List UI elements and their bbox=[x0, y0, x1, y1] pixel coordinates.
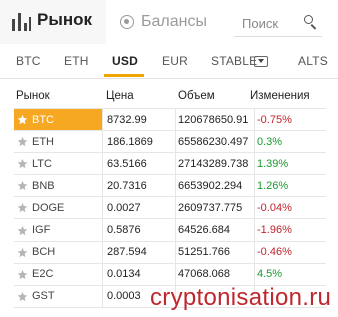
col-change[interactable]: Изменения bbox=[250, 90, 310, 102]
table-row[interactable]: ETH 186.1869 65586230.497 0.3% bbox=[14, 130, 326, 153]
volume-cell: 120678650.91 bbox=[175, 109, 254, 131]
coin-name: IGF bbox=[32, 224, 51, 237]
tab-stable[interactable]: STABLE bbox=[211, 54, 257, 68]
price-cell: 63.5166 bbox=[102, 153, 175, 175]
change-cell: -0.04% bbox=[254, 197, 326, 219]
star-icon[interactable] bbox=[17, 136, 28, 147]
col-market[interactable]: Рынок bbox=[16, 90, 50, 102]
volume-cell: 47068.068 bbox=[175, 263, 254, 285]
price-cell: 0.5876 bbox=[102, 219, 175, 241]
tab-btc[interactable]: BTC bbox=[16, 54, 41, 68]
star-icon[interactable] bbox=[17, 158, 28, 169]
watermark: cryptonisation.ru bbox=[150, 284, 332, 311]
change-cell: 1.39% bbox=[254, 153, 326, 175]
market-cell: BCH bbox=[14, 242, 102, 263]
market-cell: IGF bbox=[14, 219, 102, 240]
coin-name: ETH bbox=[32, 135, 54, 148]
col-price[interactable]: Цена bbox=[106, 90, 134, 102]
table-row[interactable]: IGF 0.5876 64526.684 -1.96% bbox=[14, 218, 326, 241]
volume-cell: 51251.766 bbox=[175, 241, 254, 263]
market-table: BTC 8732.99 120678650.91 -0.75% ETH 186.1869 6… bbox=[14, 108, 326, 308]
star-icon[interactable] bbox=[17, 114, 28, 125]
volume-cell: 6653902.294 bbox=[175, 175, 254, 197]
star-icon[interactable] bbox=[17, 291, 28, 302]
table-row[interactable]: BNB 20.7316 6653902.294 1.26% bbox=[14, 174, 326, 197]
change-cell: -0.46% bbox=[254, 241, 326, 263]
table-row[interactable]: DOGE 0.0027 2609737.775 -0.04% bbox=[14, 196, 326, 219]
bar-chart-icon bbox=[12, 13, 32, 31]
change-cell: -1.96% bbox=[254, 219, 326, 241]
volume-cell: 27143289.738 bbox=[175, 153, 254, 175]
balance-icon bbox=[120, 15, 134, 29]
coin-name: BTC bbox=[32, 113, 54, 126]
change-cell: 4.5% bbox=[254, 263, 326, 285]
coin-name: GST bbox=[32, 290, 55, 303]
table-row[interactable]: E2C 0.0134 47068.068 4.5% bbox=[14, 262, 326, 285]
table-row[interactable]: LTC 63.5166 27143289.738 1.39% bbox=[14, 152, 326, 175]
price-cell: 0.0134 bbox=[102, 263, 175, 285]
table-row[interactable]: BCH 287.594 51251.766 -0.46% bbox=[14, 240, 326, 263]
market-cell: DOGE bbox=[14, 197, 102, 218]
volume-cell: 65586230.497 bbox=[175, 131, 254, 153]
star-icon[interactable] bbox=[17, 202, 28, 213]
market-cell: BTC bbox=[14, 109, 102, 131]
active-tab-indicator bbox=[104, 74, 144, 77]
col-volume[interactable]: Объем bbox=[178, 90, 215, 102]
star-icon[interactable] bbox=[17, 247, 28, 258]
price-cell: 8732.99 bbox=[102, 109, 175, 131]
coin-name: BNB bbox=[32, 179, 55, 192]
price-cell: 287.594 bbox=[102, 241, 175, 263]
table-header: Рынок Цена Объем Изменения bbox=[0, 86, 338, 106]
tab-alts[interactable]: ALTS bbox=[298, 54, 328, 68]
market-cell: GST bbox=[14, 286, 102, 307]
tab-eth[interactable]: ETH bbox=[64, 54, 89, 68]
price-cell: 0.0027 bbox=[102, 197, 175, 219]
table-row[interactable]: BTC 8732.99 120678650.91 -0.75% bbox=[14, 108, 326, 131]
coin-name: BCH bbox=[32, 246, 56, 259]
tab-balances-label: Балансы bbox=[141, 13, 207, 30]
tab-eur[interactable]: EUR bbox=[162, 54, 188, 68]
tab-usd[interactable]: USD bbox=[112, 54, 138, 68]
search-box bbox=[234, 12, 322, 37]
star-icon[interactable] bbox=[17, 180, 28, 191]
tab-balances[interactable]: Балансы bbox=[120, 10, 207, 34]
star-icon[interactable] bbox=[17, 269, 28, 280]
market-cell: E2C bbox=[14, 264, 102, 285]
tab-market-label: Рынок bbox=[37, 10, 93, 29]
market-cell: LTC bbox=[14, 153, 102, 174]
coin-name: LTC bbox=[32, 157, 52, 170]
market-cell: ETH bbox=[14, 131, 102, 152]
price-cell: 186.1869 bbox=[102, 131, 175, 153]
volume-cell: 64526.684 bbox=[175, 219, 254, 241]
coin-name: E2C bbox=[32, 268, 54, 281]
price-cell: 20.7316 bbox=[102, 175, 175, 197]
currency-tabs: BTC ETH USD EUR STABLE ALTS bbox=[0, 46, 338, 79]
change-cell: 0.3% bbox=[254, 131, 326, 153]
volume-cell: 2609737.775 bbox=[175, 197, 254, 219]
change-cell: 1.26% bbox=[254, 175, 326, 197]
change-cell: -0.75% bbox=[254, 109, 326, 131]
coin-name: DOGE bbox=[32, 201, 65, 214]
chevron-down-icon[interactable] bbox=[254, 56, 268, 67]
top-header: Рынок Балансы bbox=[0, 0, 338, 44]
tab-market[interactable]: Рынок bbox=[0, 0, 106, 44]
market-cell: BNB bbox=[14, 175, 102, 196]
star-icon[interactable] bbox=[17, 225, 28, 236]
search-icon[interactable] bbox=[304, 15, 316, 27]
search-input[interactable] bbox=[234, 12, 306, 34]
